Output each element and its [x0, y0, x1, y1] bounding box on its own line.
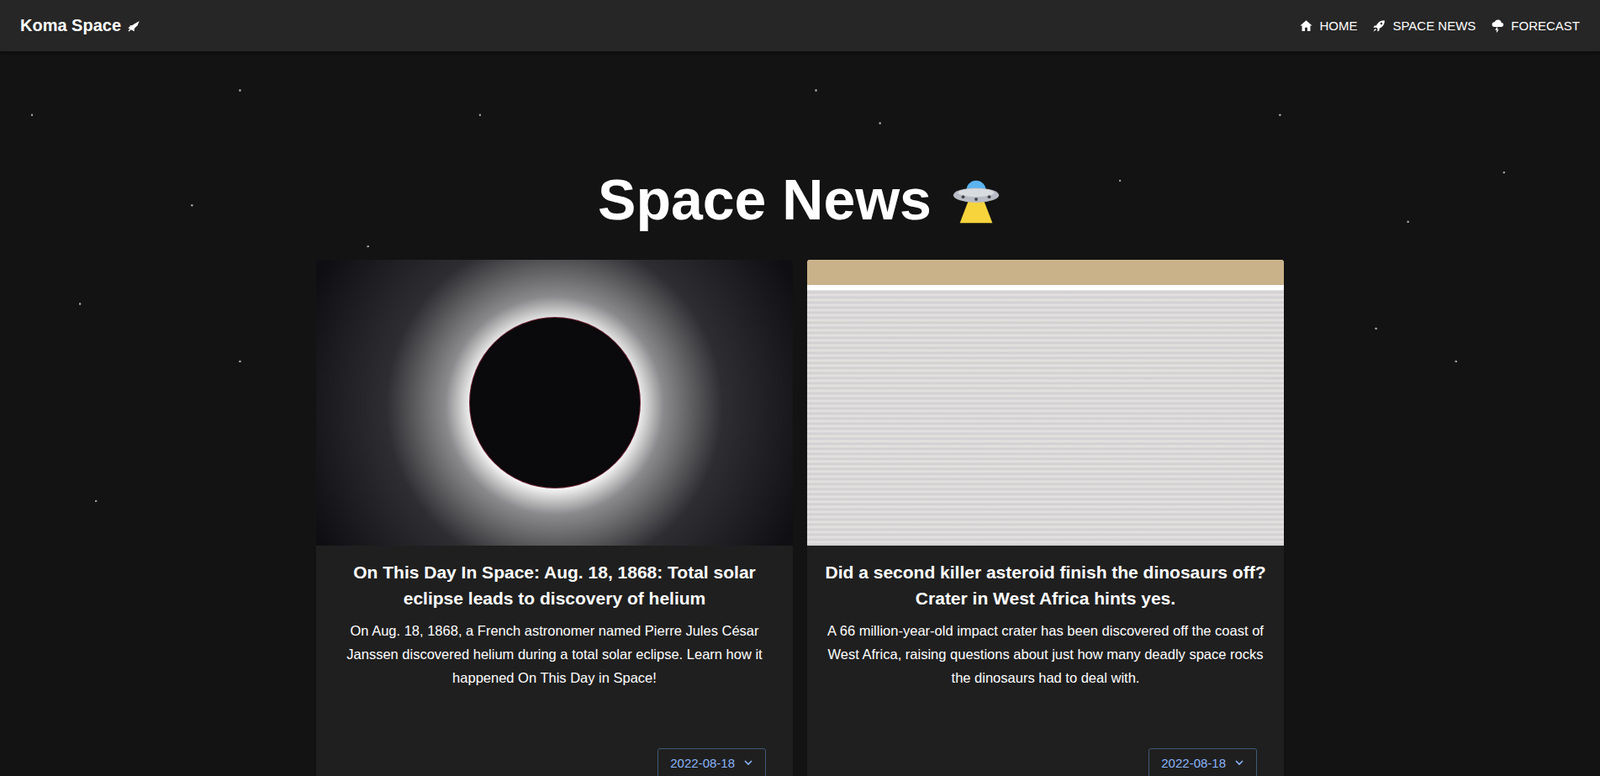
brand-logo[interactable]: Koma Space — [20, 15, 142, 36]
article-card[interactable]: Did a second killer asteroid finish the … — [807, 259, 1284, 776]
home-icon — [1299, 18, 1314, 33]
chevron-down-icon — [743, 757, 754, 768]
article-image — [807, 259, 1284, 546]
navbar: Koma Space HOME SPACE NEWS FORECAST — [0, 0, 1600, 52]
storm-cloud-icon — [1490, 18, 1505, 33]
date-button[interactable]: 2022-08-18 — [657, 748, 766, 776]
nav-link[interactable]: SPACE NEWS — [1372, 18, 1476, 33]
page-title: Space News — [597, 165, 1003, 235]
article-grid: On This Day In Space: Aug. 18, 1868: Tot… — [316, 259, 1284, 776]
spaceship-icon — [126, 18, 142, 34]
page: Koma Space HOME SPACE NEWS FORECAST Spac… — [0, 0, 1600, 776]
article-image — [316, 259, 793, 546]
article-card[interactable]: On This Day In Space: Aug. 18, 1868: Tot… — [316, 259, 793, 776]
date-button[interactable]: 2022-08-18 — [1148, 748, 1257, 776]
brand-name: Koma Space — [20, 15, 122, 36]
nav-links: HOME SPACE NEWS FORECAST — [1299, 18, 1580, 33]
article-title: Did a second killer asteroid finish the … — [822, 559, 1269, 613]
article-summary: A 66 million-year-old impact crater has … — [822, 618, 1269, 690]
nav-link[interactable]: HOME — [1299, 18, 1358, 33]
chevron-down-icon — [1234, 757, 1245, 768]
ufo-icon — [950, 174, 1003, 227]
nav-link[interactable]: FORECAST — [1490, 18, 1580, 33]
rocket-icon — [1372, 18, 1387, 33]
news-section: Space News On This Day In Space: Aug. 18… — [0, 51, 1600, 776]
article-title: On This Day In Space: Aug. 18, 1868: Tot… — [331, 559, 778, 613]
article-summary: On Aug. 18, 1868, a French astronomer na… — [331, 618, 778, 690]
